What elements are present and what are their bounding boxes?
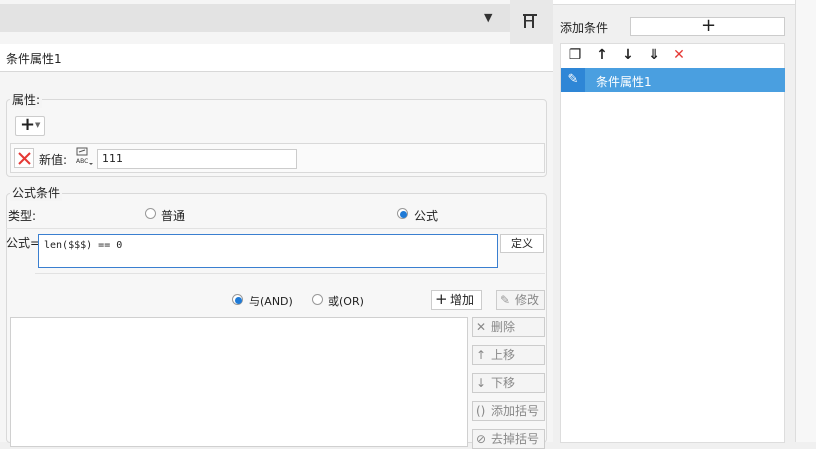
new-value-label: 新值:: [39, 153, 68, 167]
right-top-strip: [553, 0, 795, 5]
title-row: [0, 44, 553, 72]
copy-icon[interactable]: ❐: [566, 46, 584, 64]
bracket-icon: (): [476, 404, 486, 418]
page-title: 条件属性1: [6, 52, 62, 66]
remove-bracket-button[interactable]: ⊘ 去掉括号: [472, 429, 545, 449]
move-down-label: 下移: [491, 376, 516, 390]
chevron-down-icon: ▼: [35, 121, 41, 129]
move-down-button[interactable]: ↓ 下移: [472, 373, 545, 393]
add-condition-label: 添加条件: [560, 21, 609, 35]
plus-icon: +: [20, 114, 36, 135]
formula-input[interactable]: len($$$) == 0: [38, 234, 498, 268]
add-condition-plus-button[interactable]: +: [630, 15, 785, 36]
modify-label: 修改: [515, 293, 540, 307]
edit-icon: ✎: [500, 293, 511, 307]
radio-and-label[interactable]: 与(AND): [249, 293, 293, 309]
delete-x-icon: [18, 152, 31, 165]
add-bracket-button[interactable]: () 添加括号: [472, 401, 545, 421]
radio-formula[interactable]: [397, 208, 408, 219]
arrow-up-icon[interactable]: ↑: [593, 46, 611, 64]
arrow-down-icon: ↓: [476, 376, 487, 390]
add-property-button[interactable]: + ▼: [15, 114, 45, 136]
radio-or[interactable]: [312, 294, 323, 305]
move-up-button[interactable]: ↑ 上移: [472, 345, 545, 365]
modify-button[interactable]: ✎ 修改: [496, 290, 545, 310]
layout-icon[interactable]: [521, 12, 539, 30]
pencil-icon[interactable]: ✎: [561, 68, 585, 92]
formula-label: 公式=: [6, 236, 41, 250]
delete-value-button[interactable]: [14, 148, 34, 168]
radio-and[interactable]: [232, 294, 243, 305]
properties-label: 属性:: [10, 91, 43, 108]
delete-label: 删除: [491, 320, 516, 334]
add-condition-button[interactable]: + 增加: [431, 290, 482, 310]
delete-button[interactable]: ✕ 删除: [472, 317, 545, 337]
dropdown-arrow-icon[interactable]: ▼: [484, 11, 498, 25]
radio-formula-label[interactable]: 公式: [414, 207, 438, 224]
divider: [35, 273, 545, 274]
add-condition-label: 增加: [450, 293, 475, 307]
move-bottom-icon[interactable]: ⇓: [645, 46, 663, 64]
divider: [6, 228, 547, 229]
radio-normal-label[interactable]: 普通: [161, 207, 185, 224]
move-up-label: 上移: [491, 348, 516, 362]
abc-type-icon[interactable]: ABC: [74, 146, 94, 166]
radio-or-label[interactable]: 或(OR): [328, 293, 364, 309]
type-label: 类型:: [8, 209, 37, 223]
remove-bracket-icon: ⊘: [476, 432, 487, 446]
condition-item-label[interactable]: 条件属性1: [596, 73, 652, 90]
arrow-down-icon[interactable]: ↓: [619, 46, 637, 64]
condition-list[interactable]: [10, 317, 468, 447]
formula-condition-label: 公式条件: [10, 184, 63, 201]
arrow-up-icon: ↑: [476, 348, 487, 362]
delete-x-icon[interactable]: ✕: [670, 46, 688, 64]
condition-list-panel[interactable]: [560, 43, 785, 443]
new-value-input[interactable]: 111: [97, 149, 297, 169]
radio-normal[interactable]: [145, 208, 156, 219]
plus-icon: +: [701, 15, 717, 36]
condition-item[interactable]: [561, 68, 785, 92]
scrollbar[interactable]: [795, 0, 816, 442]
svg-text:ABC: ABC: [76, 158, 88, 165]
remove-bracket-label: 去掉括号: [491, 432, 540, 446]
plus-icon: +: [435, 290, 448, 308]
delete-x-icon: ✕: [476, 320, 487, 334]
top-bar: [0, 4, 510, 32]
define-button[interactable]: 定义: [500, 234, 544, 253]
add-bracket-label: 添加括号: [491, 404, 540, 418]
